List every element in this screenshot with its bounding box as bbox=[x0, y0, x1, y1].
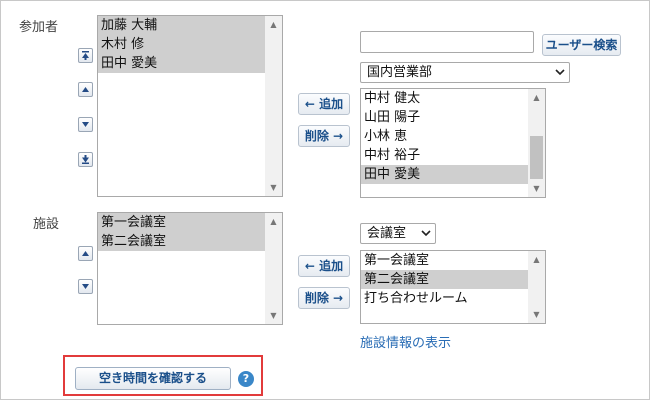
participants-list-scrollbar[interactable]: ▲ ▼ bbox=[265, 16, 282, 196]
scroll-thumb[interactable] bbox=[530, 136, 543, 179]
list-item[interactable]: 第一会議室 bbox=[98, 213, 265, 232]
chevron-down-icon bbox=[421, 230, 431, 237]
check-availability-button[interactable]: 空き時間を確認する bbox=[75, 367, 231, 390]
facilities-selected-list[interactable]: 第一会議室 第二会議室 ▲ ▼ bbox=[97, 212, 283, 325]
facility-category-select[interactable]: 会議室 bbox=[360, 223, 436, 244]
list-item[interactable]: 第一会議室 bbox=[361, 251, 528, 270]
facilities-label: 施設 bbox=[33, 217, 60, 232]
list-item[interactable]: 小林 恵 bbox=[361, 127, 528, 146]
scroll-down-icon[interactable]: ▼ bbox=[265, 307, 282, 324]
participants-remove-button[interactable]: 削除 → bbox=[298, 125, 350, 147]
list-item[interactable]: 中村 裕子 bbox=[361, 146, 528, 165]
facility-category-value: 会議室 bbox=[367, 226, 407, 241]
list-item[interactable]: 第二会議室 bbox=[361, 270, 528, 289]
move-up-button[interactable] bbox=[78, 82, 93, 97]
user-search-button[interactable]: ユーザー検索 bbox=[542, 34, 621, 56]
schedule-form: 参加者 加藤 大輔 木村 修田中 愛美 ▲ ▼ ← 追加 削除 → ユーザー検索 … bbox=[0, 0, 650, 400]
scroll-up-icon[interactable]: ▲ bbox=[265, 16, 282, 33]
facilities-add-button[interactable]: ← 追加 bbox=[298, 255, 350, 277]
list-item[interactable]: 田中 愛美 bbox=[361, 165, 528, 184]
candidates-list-scrollbar[interactable]: ▲ ▼ bbox=[528, 89, 545, 197]
chevron-down-icon bbox=[555, 69, 565, 76]
list-item[interactable]: 田中 愛美 bbox=[98, 54, 265, 73]
scroll-up-icon[interactable]: ▲ bbox=[528, 89, 545, 106]
scroll-down-icon[interactable]: ▼ bbox=[528, 180, 545, 197]
move-top-icon bbox=[82, 51, 89, 60]
user-candidates-list[interactable]: 中村 健太 山田 陽子 小林 恵中村 裕子 田中 愛美 ▲ ▼ bbox=[360, 88, 546, 198]
move-down-button[interactable] bbox=[78, 117, 93, 132]
list-item[interactable]: 中村 健太 bbox=[361, 89, 528, 108]
move-up-icon bbox=[82, 251, 89, 256]
facility-move-down-button[interactable] bbox=[78, 279, 93, 294]
help-icon[interactable]: ? bbox=[238, 371, 254, 387]
list-item[interactable]: 第二会議室 bbox=[98, 232, 265, 251]
scroll-down-icon[interactable]: ▼ bbox=[528, 306, 545, 323]
list-item[interactable]: 山田 陽子 bbox=[361, 108, 528, 127]
scroll-up-icon[interactable]: ▲ bbox=[265, 213, 282, 230]
participants-label: 参加者 bbox=[19, 20, 59, 35]
facility-candidates-scrollbar[interactable]: ▲ ▼ bbox=[528, 251, 545, 323]
facilities-remove-button[interactable]: 削除 → bbox=[298, 287, 350, 309]
scroll-up-icon[interactable]: ▲ bbox=[528, 251, 545, 268]
facility-candidates-list[interactable]: 第一会議室 第二会議室 打ち合わせルーム ▲ ▼ bbox=[360, 250, 546, 324]
group-select[interactable]: 国内営業部 bbox=[360, 62, 570, 83]
list-item[interactable]: 木村 修 bbox=[98, 35, 265, 54]
facilities-list-scrollbar[interactable]: ▲ ▼ bbox=[265, 213, 282, 324]
group-select-value: 国内営業部 bbox=[367, 65, 433, 80]
move-to-bottom-button[interactable] bbox=[78, 152, 93, 167]
user-search-input[interactable] bbox=[360, 31, 534, 53]
participants-selected-list[interactable]: 加藤 大輔 木村 修田中 愛美 ▲ ▼ bbox=[97, 15, 283, 197]
list-item[interactable]: 加藤 大輔 bbox=[98, 16, 265, 35]
move-down-icon bbox=[82, 284, 89, 289]
move-bottom-icon bbox=[82, 155, 89, 164]
move-up-icon bbox=[82, 87, 89, 92]
participants-add-button[interactable]: ← 追加 bbox=[298, 93, 350, 115]
move-down-icon bbox=[82, 122, 89, 127]
facility-info-link[interactable]: 施設情報の表示 bbox=[360, 332, 451, 351]
list-item[interactable]: 打ち合わせルーム bbox=[361, 289, 528, 308]
facility-move-up-button[interactable] bbox=[78, 246, 93, 261]
move-to-top-button[interactable] bbox=[78, 48, 93, 63]
scroll-down-icon[interactable]: ▼ bbox=[265, 179, 282, 196]
